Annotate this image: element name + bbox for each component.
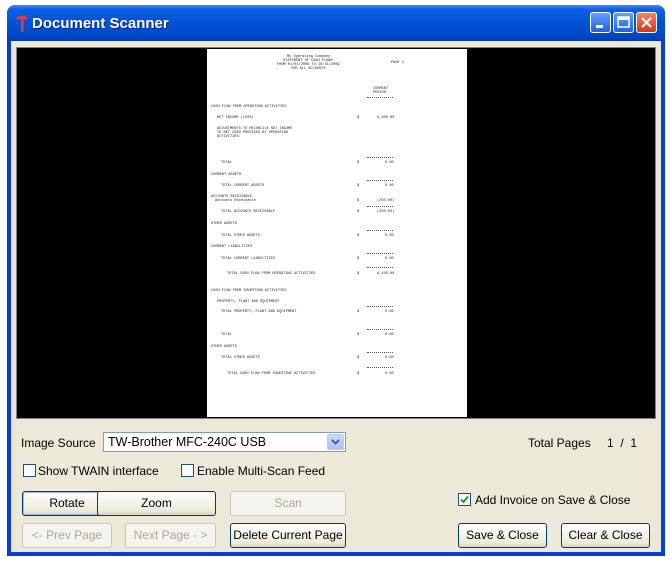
total-pages-value: 1 / 1 xyxy=(607,436,638,450)
doc-amount: 0.00 xyxy=(385,333,394,337)
window-title: Document Scanner xyxy=(32,15,169,32)
document-scanner-window: Document Scanner My Operating Company ST… xyxy=(7,5,665,556)
doc-line: TOTAL ACCOUNTS RECEIVABLE xyxy=(221,210,275,214)
doc-amount: $ xyxy=(357,116,360,120)
chevron-down-icon xyxy=(331,439,340,445)
minimize-button[interactable] xyxy=(590,12,611,33)
doc-line: NET INCOME (LOSS) xyxy=(217,116,254,120)
maximize-button[interactable] xyxy=(613,12,634,33)
doc-line: ACTIVITIES: xyxy=(217,135,241,139)
doc-line: PROPERTY, PLANT AND EQUIPMENT xyxy=(217,300,280,304)
add-invoice-label[interactable]: Add Invoice on Save & Close xyxy=(475,493,630,507)
zoom-button[interactable]: Zoom xyxy=(97,491,216,516)
delete-page-button[interactable]: Delete Current Page xyxy=(230,523,346,548)
doc-line: TOTAL PROPERTY, PLANT AND EQUIPMENT xyxy=(221,310,297,314)
doc-accounts: FOR ALL ACCOUNTS xyxy=(291,67,326,71)
image-source-value: TW-Brother MFC-240C USB xyxy=(108,435,267,449)
multi-scan-checkbox[interactable] xyxy=(181,464,194,477)
clear-close-button[interactable]: Clear & Close xyxy=(561,523,650,548)
show-twain-checkbox[interactable] xyxy=(23,464,36,477)
doc-amount: $ xyxy=(357,184,360,188)
doc-line: Accounts Receivable xyxy=(215,199,256,203)
doc-amount: $ xyxy=(357,310,360,314)
doc-line: CASH FLOW FROM OPERATING ACTIVITIES xyxy=(211,105,287,109)
scanned-page: My Operating Company STATEMENT OF CASH F… xyxy=(207,49,467,417)
next-page-button[interactable]: Next Page - > xyxy=(125,523,216,548)
save-close-button[interactable]: Save & Close xyxy=(458,523,547,548)
doc-amount: 0.00 xyxy=(385,310,394,314)
doc-col-head-2: PERIOD xyxy=(373,91,386,95)
doc-amount: $ xyxy=(357,199,360,203)
doc-line: CASH FLOW FROM INVESTING ACTIVITIES xyxy=(211,289,287,293)
doc-line: OTHER ASSETS xyxy=(211,222,237,226)
dropdown-arrow-button[interactable] xyxy=(327,434,344,450)
multi-scan-label[interactable]: Enable Multi-Scan Feed xyxy=(197,464,325,478)
doc-amount: $ xyxy=(357,257,360,261)
total-pages-label: Total Pages xyxy=(528,436,591,450)
doc-amount: 6,400.00 xyxy=(377,116,395,120)
doc-amount: 6,150.00 xyxy=(377,272,395,276)
doc-amount: $ xyxy=(357,356,360,360)
doc-line: TOTAL CASH FLOW FROM OPERATING ACTIVITIE… xyxy=(227,272,316,276)
title-bar[interactable]: Document Scanner xyxy=(7,5,665,41)
doc-amount: 0.00 xyxy=(385,161,394,165)
doc-amount: 0.00 xyxy=(385,257,394,261)
close-icon xyxy=(641,17,652,28)
doc-line: OTHER ASSETS xyxy=(211,345,237,349)
doc-amount: (250.00) xyxy=(377,199,395,203)
maximize-icon xyxy=(617,16,630,28)
doc-amount: $ xyxy=(357,272,360,276)
doc-line: TOTAL xyxy=(221,161,232,165)
doc-line: TOTAL xyxy=(221,333,232,337)
doc-amount: 0.00 xyxy=(385,356,394,360)
doc-amount: $ xyxy=(357,333,360,337)
prev-page-button[interactable]: <- Prev Page xyxy=(22,523,112,548)
doc-amount: $ xyxy=(357,234,360,238)
doc-amount: 0.00 xyxy=(385,372,394,376)
doc-page: PAGE 1 xyxy=(391,61,404,65)
doc-amount: $ xyxy=(357,372,360,376)
scan-button[interactable]: Scan xyxy=(230,491,346,516)
image-source-select[interactable]: TW-Brother MFC-240C USB xyxy=(103,432,346,452)
doc-amount: $ xyxy=(357,161,360,165)
doc-amount: 0.00 xyxy=(385,184,394,188)
doc-line: TOTAL CURRENT ASSETS xyxy=(221,184,265,188)
add-invoice-checkbox[interactable] xyxy=(458,493,471,506)
image-source-label: Image Source xyxy=(21,436,96,450)
doc-line: TOTAL OTHER ASSETS xyxy=(221,356,260,360)
minimize-icon xyxy=(596,25,603,28)
close-button[interactable] xyxy=(636,12,657,33)
scan-preview[interactable]: My Operating Company STATEMENT OF CASH F… xyxy=(16,47,656,419)
doc-line: TOTAL OTHER ASSETS xyxy=(221,234,260,238)
doc-line: CURRENT LIABILITIES xyxy=(211,245,252,249)
doc-line: TOTAL CURRENT LIABILITIES xyxy=(221,257,275,261)
doc-line: CURRENT ASSETS xyxy=(211,173,242,177)
doc-line: TOTAL CASH FLOW FROM INVESTING ACTIVITIE… xyxy=(227,372,316,376)
app-icon xyxy=(16,15,28,32)
doc-amount: (250.00) xyxy=(377,210,395,214)
client-area: My Operating Company STATEMENT OF CASH F… xyxy=(11,41,661,552)
checkmark-icon xyxy=(460,495,469,504)
doc-amount: $ xyxy=(357,210,360,214)
show-twain-label[interactable]: Show TWAIN interface xyxy=(38,464,159,478)
doc-amount: 0.00 xyxy=(385,234,394,238)
